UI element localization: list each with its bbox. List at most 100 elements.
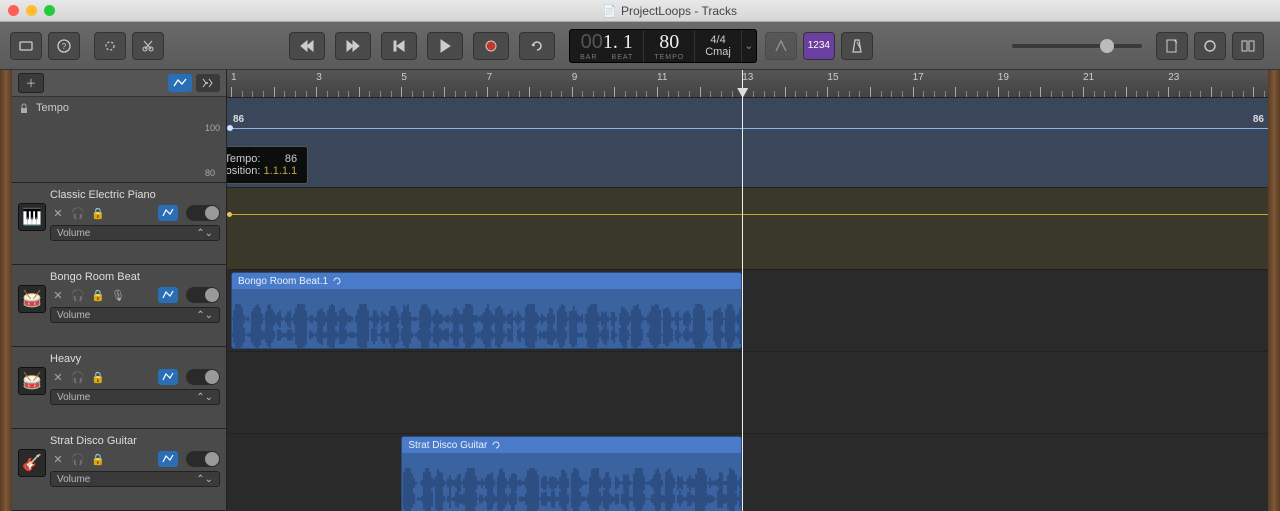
solo-button[interactable]: 🎧 [70,288,86,302]
track-enable-toggle[interactable] [186,451,220,467]
tempo-point[interactable] [227,125,233,131]
automation-toggle-button[interactable] [168,74,192,92]
automation-parameter-select[interactable]: Volume⌃⌄ [50,389,220,405]
track-enable-toggle[interactable] [186,287,220,303]
ruler-bar-number: 15 [827,72,838,83]
tempo-lane[interactable]: 86 86 Change Tempo: 86 Position: 1.1.1.1 [227,98,1268,188]
track-automation-button[interactable] [158,287,178,303]
track-name[interactable]: Bongo Room Beat [50,271,220,283]
automation-parameter-select[interactable]: Volume⌃⌄ [50,307,220,323]
play-button[interactable] [427,32,463,60]
lock-track-button[interactable]: 🔒 [90,288,106,302]
forward-button[interactable] [335,32,371,60]
rewind-button[interactable] [289,32,325,60]
tuner-button[interactable] [765,32,797,60]
lcd-tempo[interactable]: 80 TEMPO [644,30,695,62]
tempo-tooltip: Change Tempo: 86 Position: 1.1.1.1 [227,146,308,184]
record-button[interactable] [473,32,509,60]
zoom-window-button[interactable] [44,5,55,16]
lcd-timesig-key[interactable]: 4/4 Cmaj [695,30,742,62]
loops-button[interactable] [1194,32,1226,60]
tempo-track-label: Tempo [36,102,69,114]
ruler-bar-number: 7 [487,72,493,83]
main-toolbar: ? 001. 1 BARBEAT 80 TEMPO 4/4 Cmaj ⌄ 123… [0,22,1280,70]
ruler-bar-number: 11 [657,72,667,83]
scissors-button[interactable] [132,32,164,60]
tempo-value-right: 86 [1253,114,1264,125]
region-name: Strat Disco Guitar [408,440,487,451]
track-lane[interactable] [227,188,1268,270]
track-instrument-icon[interactable]: 🥁 [18,367,46,395]
track-lane[interactable]: Strat Disco Guitar [227,434,1268,511]
input-monitor-button[interactable]: 🎙 [110,288,126,302]
track-filter-button[interactable] [196,74,220,92]
track-header[interactable]: 🥁 Heavy ✕ 🎧 🔒 Volume⌃⌄ [12,347,226,429]
window-title: ProjectLoops - Tracks [621,4,737,18]
window-titlebar: 📄 ProjectLoops - Tracks [0,0,1280,22]
tempo-scale-high: 100 [205,123,220,133]
mute-button[interactable]: ✕ [50,452,66,466]
automation-parameter-select[interactable]: Volume⌃⌄ [50,471,220,487]
track-enable-toggle[interactable] [186,369,220,385]
track-lane[interactable] [227,352,1268,434]
mute-button[interactable]: ✕ [50,288,66,302]
library-button[interactable] [10,32,42,60]
lcd-position[interactable]: 001. 1 BARBEAT [570,30,644,62]
tempo-track-header: Tempo 100 80 [12,97,226,183]
notepad-button[interactable] [1156,32,1188,60]
automation-point[interactable] [227,212,232,217]
metronome-button[interactable] [841,32,873,60]
lock-track-button[interactable]: 🔒 [90,452,106,466]
lock-track-button[interactable]: 🔒 [90,370,106,384]
track-automation-button[interactable] [158,369,178,385]
track-automation-button[interactable] [158,451,178,467]
solo-button[interactable]: 🎧 [70,206,86,220]
ruler-bar-number: 1 [231,72,237,83]
ruler-bar-number: 5 [401,72,407,83]
region-name: Bongo Room Beat.1 [238,276,328,287]
solo-button[interactable]: 🎧 [70,452,86,466]
ruler-bar-number: 13 [742,72,753,83]
cycle-button[interactable] [519,32,555,60]
solo-button[interactable]: 🎧 [70,370,86,384]
track-header[interactable]: 🥁 Bongo Room Beat ✕ 🎧 🔒 🎙 Volume⌃⌄ [12,265,226,347]
track-headers-panel: ＋ Tempo 100 80 🎹 Classic Electric Piano [12,70,227,511]
track-enable-toggle[interactable] [186,205,220,221]
media-button[interactable] [1232,32,1264,60]
loop-icon [491,440,501,450]
audio-region[interactable]: Strat Disco Guitar [401,436,742,511]
close-window-button[interactable] [8,5,19,16]
audio-region[interactable]: Bongo Room Beat.1 [231,272,742,349]
go-to-start-button[interactable] [381,32,417,60]
track-header[interactable]: 🎸 Strat Disco Guitar ✕ 🎧 🔒 Volume⌃⌄ [12,429,226,511]
mute-button[interactable]: ✕ [50,206,66,220]
document-icon: 📄 [602,4,617,18]
display-lcd[interactable]: 001. 1 BARBEAT 80 TEMPO 4/4 Cmaj ⌄ [569,29,757,63]
count-in-button[interactable]: 1234 [803,32,835,60]
mute-button[interactable]: ✕ [50,370,66,384]
minimize-window-button[interactable] [26,5,37,16]
track-header[interactable]: 🎹 Classic Electric Piano ✕ 🎧 🔒 Volume⌃⌄ [12,183,226,265]
track-instrument-icon[interactable]: 🎸 [18,449,46,477]
track-name[interactable]: Classic Electric Piano [50,189,220,201]
track-instrument-icon[interactable]: 🎹 [18,203,46,231]
track-name[interactable]: Strat Disco Guitar [50,435,220,447]
bar-ruler[interactable]: 1357911131517192123 [227,70,1268,98]
track-instrument-icon[interactable]: 🥁 [18,285,46,313]
wood-border-left [0,70,12,511]
add-track-button[interactable]: ＋ [18,73,44,93]
automation-parameter-select[interactable]: Volume⌃⌄ [50,225,220,241]
wood-border-right [1268,70,1280,511]
playhead[interactable] [742,70,743,511]
track-lane[interactable]: Bongo Room Beat.1 [227,270,1268,352]
track-name[interactable]: Heavy [50,353,220,365]
svg-text:?: ? [62,42,67,51]
track-automation-button[interactable] [158,205,178,221]
master-volume-slider[interactable] [1012,44,1142,48]
loop-icon [332,276,342,286]
timeline-area[interactable]: 1357911131517192123 86 86 Change Tempo: … [227,70,1268,511]
smart-controls-button[interactable] [94,32,126,60]
lcd-menu-chevron[interactable]: ⌄ [742,30,756,62]
help-button[interactable]: ? [48,32,80,60]
lock-track-button[interactable]: 🔒 [90,206,106,220]
